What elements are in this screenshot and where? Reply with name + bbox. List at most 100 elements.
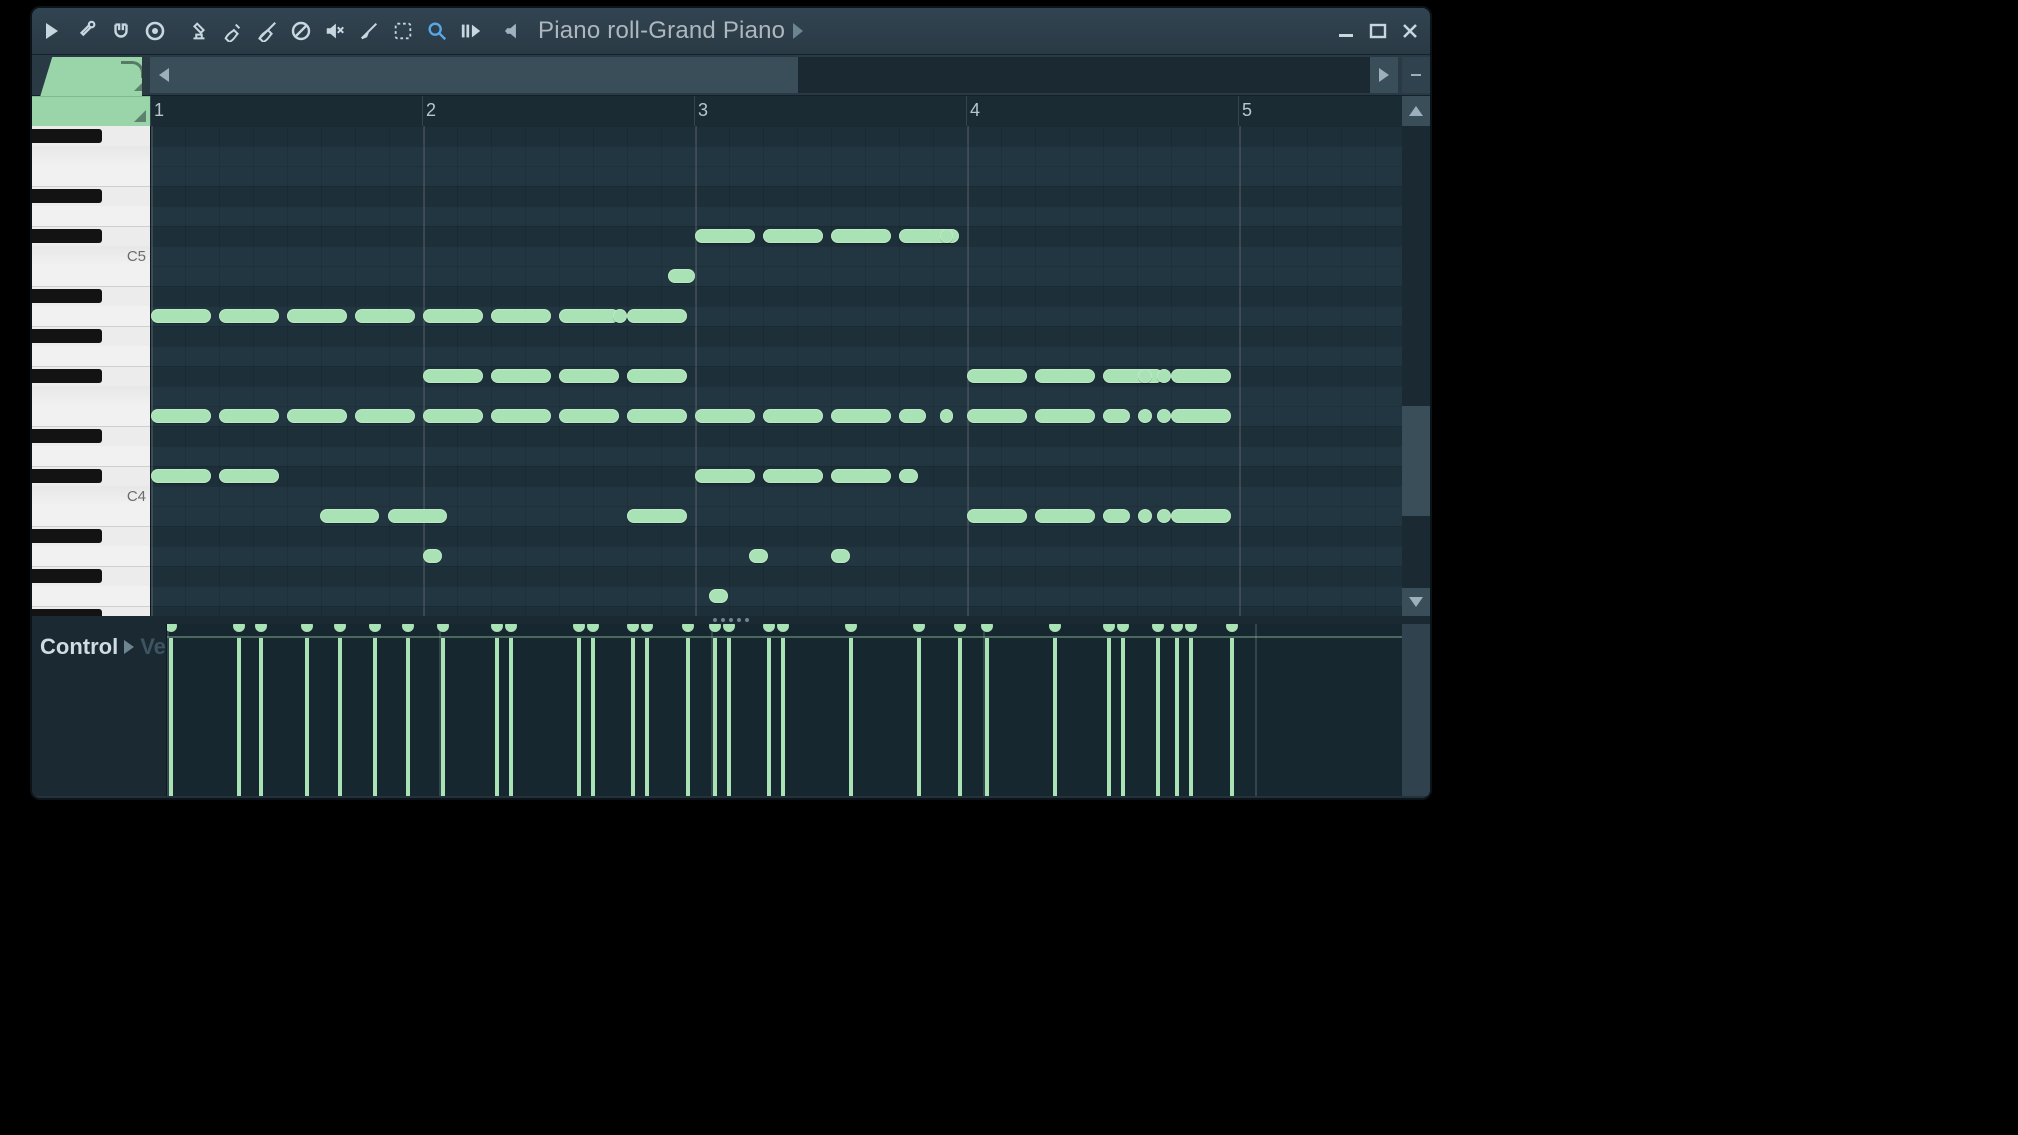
midi-note[interactable] [668,269,695,283]
midi-note[interactable] [831,469,891,483]
hscroll-thumb[interactable] [178,57,798,93]
minimize-button[interactable] [1332,17,1360,45]
midi-note[interactable] [287,409,347,423]
midi-note[interactable] [1138,409,1152,423]
midi-note[interactable] [219,409,279,423]
timeline-ruler[interactable]: 12345 [150,96,1402,126]
mute-icon[interactable] [318,14,352,48]
midi-note[interactable] [763,229,823,243]
midi-note[interactable] [613,309,627,323]
midi-note[interactable] [1171,509,1231,523]
slice-icon[interactable] [352,14,386,48]
midi-note[interactable] [219,469,279,483]
keyboard-header[interactable] [32,96,150,126]
maximize-button[interactable] [1364,17,1392,45]
midi-note[interactable] [899,469,918,483]
midi-note[interactable] [1157,409,1171,423]
midi-note[interactable] [491,369,551,383]
midi-note[interactable] [423,549,442,563]
midi-note[interactable] [559,309,619,323]
pane-resize-handle[interactable] [32,616,1430,624]
midi-note[interactable] [831,229,891,243]
midi-note[interactable] [899,229,959,243]
midi-note[interactable] [219,309,279,323]
chevron-right-icon[interactable] [124,634,134,660]
midi-note[interactable] [967,369,1027,383]
midi-note[interactable] [627,409,687,423]
hscroll-left-button[interactable] [150,57,178,93]
midi-note[interactable] [627,369,687,383]
midi-note[interactable] [627,309,687,323]
vertical-scrollbar[interactable] [1402,126,1430,616]
preview-icon[interactable] [498,14,532,48]
select-icon[interactable] [386,14,420,48]
midi-note[interactable] [151,469,211,483]
midi-note[interactable] [1103,509,1130,523]
hscroll-track[interactable] [178,57,1370,93]
midi-note[interactable] [940,409,954,423]
midi-note[interactable] [967,409,1027,423]
midi-note[interactable] [355,409,415,423]
note-grid[interactable] [151,126,1402,616]
midi-note[interactable] [763,409,823,423]
midi-note[interactable] [1157,369,1171,383]
midi-note[interactable] [423,409,483,423]
midi-note[interactable] [491,309,551,323]
chevron-right-icon[interactable] [793,23,805,39]
close-button[interactable] [1396,17,1424,45]
brush-mono-icon[interactable] [250,14,284,48]
midi-note[interactable] [967,509,1027,523]
velocity-lane[interactable] [166,624,1402,796]
disable-icon[interactable] [284,14,318,48]
midi-note[interactable] [695,469,755,483]
control-panel-label[interactable]: Control Velocity [32,624,166,796]
midi-note[interactable] [491,409,551,423]
midi-note[interactable] [151,409,211,423]
piano-keyboard[interactable]: C5C4C3 [32,126,151,616]
hscroll-zoom-button[interactable] [1402,57,1430,93]
vscroll-down-button[interactable] [1402,588,1430,616]
midi-note[interactable] [695,409,755,423]
midi-note[interactable] [763,469,823,483]
midi-note[interactable] [559,409,619,423]
snap-icon[interactable] [104,14,138,48]
hscroll-right-button[interactable] [1370,57,1398,93]
stamp-icon[interactable] [182,14,216,48]
midi-note[interactable] [1138,369,1152,383]
vscroll-track[interactable] [1402,126,1430,588]
midi-note[interactable] [1138,509,1152,523]
midi-note[interactable] [940,229,954,243]
midi-note[interactable] [355,309,415,323]
midi-note[interactable] [627,509,687,523]
midi-note[interactable] [1103,409,1130,423]
midi-note[interactable] [831,549,850,563]
midi-note[interactable] [320,509,380,523]
scrub-icon[interactable] [454,14,488,48]
pattern-tab[interactable] [32,55,150,95]
midi-note[interactable] [1035,409,1095,423]
midi-note[interactable] [559,369,619,383]
tool-options-icon[interactable] [70,14,104,48]
midi-note[interactable] [1035,509,1095,523]
midi-note[interactable] [1103,369,1163,383]
menu-play-icon[interactable] [36,14,70,48]
midi-note[interactable] [1171,409,1231,423]
midi-note[interactable] [831,409,891,423]
midi-note[interactable] [1157,509,1171,523]
midi-note[interactable] [1035,369,1095,383]
record-icon[interactable] [138,14,172,48]
vscroll-up-button[interactable] [1402,96,1430,126]
midi-note[interactable] [388,509,448,523]
horizontal-scrollbar[interactable] [150,55,1430,95]
vscroll-thumb[interactable] [1402,406,1430,516]
brush-icon[interactable] [216,14,250,48]
midi-note[interactable] [423,309,483,323]
midi-note[interactable] [749,549,768,563]
midi-note[interactable] [151,309,211,323]
midi-note[interactable] [423,369,483,383]
midi-note[interactable] [287,309,347,323]
midi-note[interactable] [899,409,926,423]
midi-note[interactable] [695,229,755,243]
zoom-icon[interactable] [420,14,454,48]
midi-note[interactable] [1171,369,1231,383]
